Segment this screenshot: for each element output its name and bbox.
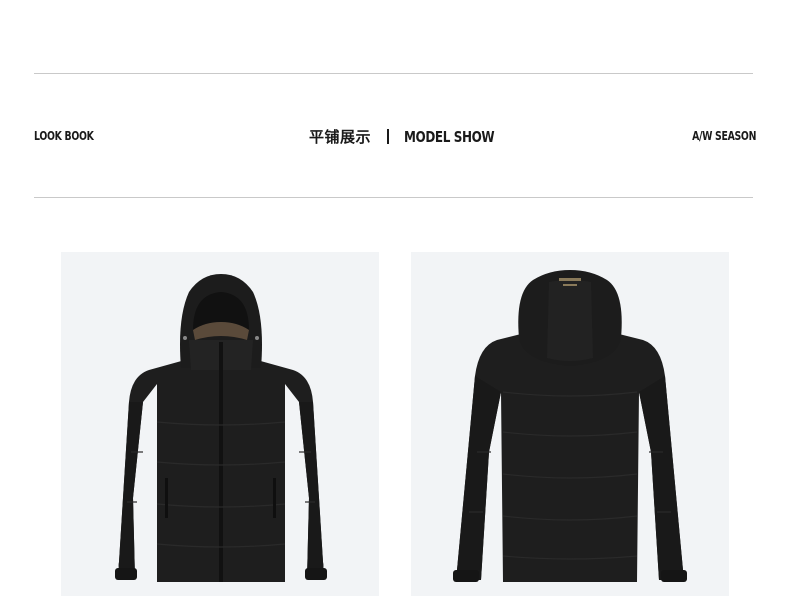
- season-label: A/W SEASON: [691, 129, 756, 143]
- section-title: 平铺展示 MODEL SHOW: [309, 126, 517, 150]
- jacket-front-illustration: [115, 274, 327, 582]
- top-divider: [34, 73, 753, 74]
- jacket-back-photo: [411, 252, 729, 596]
- title-chinese: 平铺展示: [309, 128, 372, 146]
- jacket-front-photo: [61, 252, 379, 596]
- title-english: MODEL SHOW: [404, 127, 495, 146]
- section-header: LOOK BOOK 平铺展示 MODEL SHOW A/W SEASON: [34, 126, 756, 150]
- title-separator: [387, 129, 390, 144]
- look-book-label: LOOK BOOK: [34, 129, 94, 143]
- jacket-back-illustration: [453, 270, 687, 582]
- bottom-divider: [34, 197, 753, 198]
